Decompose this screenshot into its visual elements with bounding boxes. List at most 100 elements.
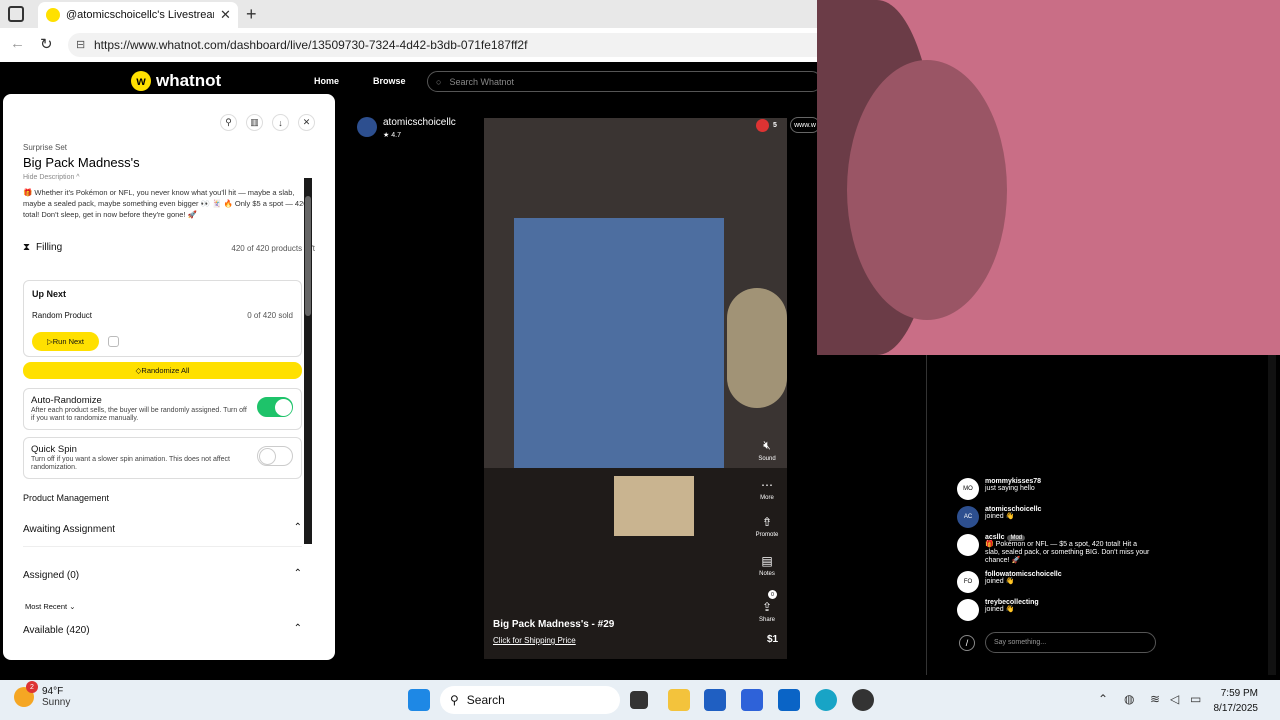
chevron-up-icon[interactable]: ⌃ (294, 522, 302, 533)
site-info-icon[interactable]: ⊟ (76, 38, 85, 51)
clock[interactable]: 7:59 PM 8/17/2025 (1214, 686, 1259, 716)
available-section[interactable]: Available (420) (23, 625, 90, 636)
promote-control[interactable]: ⇮ Promote (755, 515, 779, 538)
back-icon[interactable]: ← (10, 35, 25, 52)
avatar[interactable] (957, 534, 979, 556)
avatar[interactable]: AC (957, 506, 979, 528)
volume-icon[interactable]: ◁ (1170, 692, 1179, 706)
auto-randomize-toggle[interactable] (257, 397, 293, 417)
run-next-button[interactable]: ▷ Run Next (32, 332, 99, 351)
windows-taskbar: 2 94°F Sunny ⚲ Search ⌃ ◍ ≋ ◁ ▭ 7:59 PM … (0, 680, 1280, 720)
quick-spin-toggle[interactable] (257, 446, 293, 466)
chat-username[interactable]: treybecollecting (985, 599, 1150, 606)
seller-avatar[interactable] (357, 117, 377, 137)
more-icon: ⋯ (761, 478, 773, 492)
new-tab-icon[interactable]: + (246, 4, 257, 25)
current-price: $1 (767, 634, 779, 645)
external-link-pill[interactable]: www.w (790, 117, 820, 133)
up-next-sold: 0 of 420 sold (247, 311, 293, 320)
close-tab-icon[interactable]: ✕ (220, 7, 231, 23)
rocket-icon: ⇮ (761, 515, 773, 529)
settings-icon[interactable] (108, 336, 119, 347)
weather-condition: Sunny (42, 697, 71, 708)
chevron-up-icon[interactable]: ⌃ (1098, 692, 1108, 706)
awaiting-assignment-section[interactable]: Awaiting Assignment (23, 524, 115, 535)
browser-tab[interactable]: @atomicschoicellc's Livestream o ✕ (38, 2, 238, 28)
chat-message: AC atomicschoicellc joined 👋 (957, 506, 1150, 528)
up-next-heading: Up Next (32, 289, 67, 299)
network-icon[interactable]: ◍ (1124, 692, 1134, 706)
taskbar-search[interactable]: ⚲ Search (440, 686, 620, 714)
panel-scrollbar[interactable] (304, 178, 312, 544)
close-icon[interactable]: ✕ (298, 114, 315, 131)
chat-scrollbar[interactable] (1268, 355, 1276, 675)
chat-username[interactable]: followatomicschoicellc (985, 571, 1150, 578)
seller-name[interactable]: atomicschoicellc (383, 117, 456, 128)
up-next-product: Random Product (32, 311, 93, 320)
outlook-icon[interactable] (778, 689, 800, 711)
start-icon[interactable] (408, 689, 430, 711)
seller-rating: ★ 4.7 (383, 131, 456, 139)
download-icon[interactable]: ↓ (272, 114, 289, 131)
weather-widget[interactable]: 2 94°F Sunny (14, 681, 71, 708)
run-next-label: Run Next (52, 337, 85, 346)
chevron-up-icon[interactable]: ⌃ (294, 568, 302, 579)
video-lamp (727, 288, 787, 408)
store-icon[interactable] (704, 689, 726, 711)
edge-icon[interactable] (815, 689, 837, 711)
battery-icon[interactable]: ▭ (1190, 692, 1201, 706)
hourglass-icon: ⧗ (23, 242, 31, 253)
chat-message: treybecollecting joined 👋 (957, 599, 1150, 621)
scrollbar-thumb[interactable] (305, 196, 311, 316)
livestream-video[interactable] (484, 118, 787, 659)
tab-title: @atomicschoicellc's Livestream o (66, 9, 214, 21)
app-icon[interactable] (741, 689, 763, 711)
assigned-section[interactable]: Assigned (0) (23, 570, 79, 581)
file-explorer-icon[interactable] (668, 689, 690, 711)
app-icon[interactable] (852, 689, 874, 711)
notes-control[interactable]: ▤ Notes (756, 554, 778, 577)
surprise-set-panel: ⚲ ▥ ↓ ✕ Surprise Set Big Pack Madness's … (3, 94, 335, 660)
randomize-all-button[interactable]: ◇ Randomize All (23, 362, 302, 379)
logo-text: whatnot (156, 71, 222, 90)
chevron-up-icon[interactable]: ⌃ (294, 623, 302, 634)
wifi-icon[interactable]: ≋ (1150, 692, 1160, 706)
auto-randomize-card: Auto-Randomize After each product sells,… (23, 388, 302, 430)
quick-spin-desc: Turn off if you want a slower spin anima… (31, 456, 230, 471)
chat-username[interactable]: atomicschoicellc (985, 506, 1150, 513)
filling-status: ⧗ Filling (23, 242, 62, 253)
avatar[interactable]: FO (957, 571, 979, 593)
trash-icon[interactable]: ▥ (246, 114, 263, 131)
nav-home[interactable]: Home (314, 76, 339, 86)
shipping-price-link[interactable]: Click for Shipping Price (493, 636, 576, 645)
avatar[interactable]: MO (957, 478, 979, 500)
auto-randomize-desc: After each product sells, the buyer will… (31, 407, 247, 422)
chat-username-text[interactable]: acsllc (985, 534, 1004, 541)
sun-icon: 2 (14, 681, 38, 707)
pin-icon[interactable]: ⚲ (220, 114, 237, 131)
more-control[interactable]: ⋯ More (756, 478, 778, 501)
hide-description-link[interactable]: Hide Description ^ (23, 174, 80, 181)
search-input[interactable]: ○ Search Whatnot (427, 71, 822, 92)
window-menu-icon[interactable] (8, 6, 24, 22)
whatnot-logo[interactable]: w whatnot (131, 71, 221, 91)
share-icon: ⇪ (761, 600, 773, 614)
rating-value: 4.7 (391, 132, 401, 139)
url-bar[interactable]: ⊟ https://www.whatnot.com/dashboard/live… (68, 33, 828, 57)
task-view-icon[interactable] (630, 691, 648, 709)
nav-browse[interactable]: Browse (373, 76, 406, 86)
avatar[interactable] (957, 599, 979, 621)
sort-dropdown[interactable]: Most Recent ⌄ (25, 602, 76, 611)
share-control[interactable]: ⇪ Share (756, 600, 778, 623)
viewer-count: 5 (756, 119, 777, 132)
command-icon[interactable]: / (959, 635, 975, 651)
seller-info[interactable]: atomicschoicellc ★ 4.7 (357, 117, 456, 139)
search-icon: ⚲ (450, 693, 459, 707)
chat-username[interactable]: mommykisses78 (985, 478, 1150, 485)
more-label: More (760, 495, 774, 501)
chat-input[interactable]: Say something... (985, 632, 1156, 653)
sound-control[interactable]: 🔇︎ Sound (756, 438, 778, 462)
promote-label: Promote (755, 532, 779, 538)
search-icon: ○ (436, 76, 442, 87)
reload-icon[interactable]: ↻ (40, 35, 53, 53)
